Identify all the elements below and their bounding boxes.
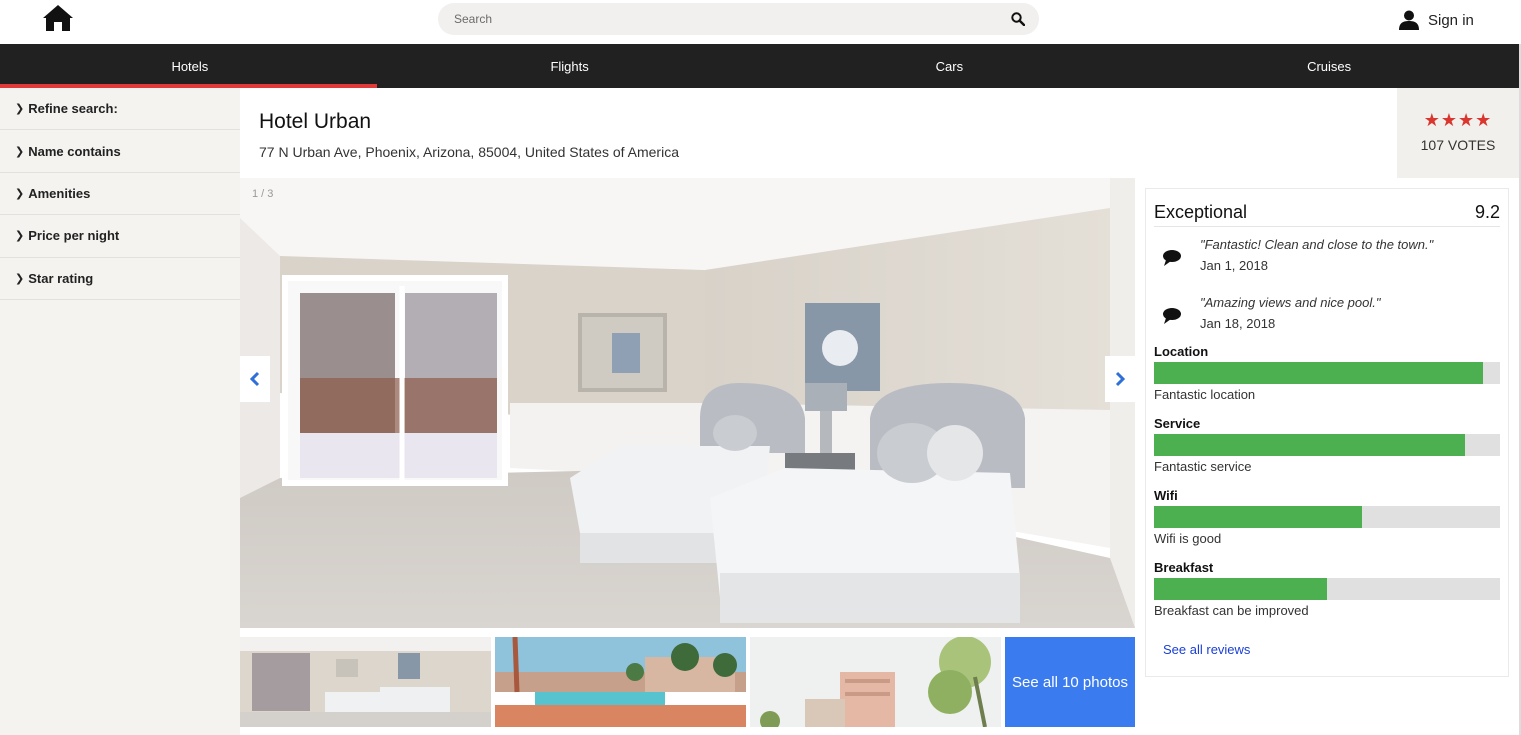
rating-box: ★★★★ 107 VOTES — [1397, 88, 1519, 178]
sidebar-item-label: Star rating — [28, 270, 94, 286]
metric-bar-fill — [1154, 506, 1362, 528]
top-bar: Sign in — [0, 0, 1521, 44]
home-icon[interactable] — [42, 4, 74, 32]
chevron-right-icon: ❯ — [15, 272, 25, 285]
chevron-right-icon: ❯ — [15, 145, 25, 158]
metric-bar-fill — [1154, 434, 1466, 456]
bedroom-thumbnail-image — [240, 637, 491, 727]
main-photo[interactable]: 1 / 3 — [240, 178, 1135, 628]
search-input[interactable] — [454, 3, 994, 35]
see-all-reviews-link[interactable]: See all reviews — [1163, 642, 1250, 657]
thumbnail-exterior[interactable] — [750, 637, 1001, 727]
photo-thumbnails: See all 10 photos — [240, 637, 1135, 727]
pool-thumbnail-image — [495, 637, 746, 727]
signin-button[interactable]: Sign in — [1399, 9, 1474, 31]
sidebar-item-label: Name contains — [28, 143, 121, 159]
review-quote-text: "Fantastic! Clean and close to the town.… — [1200, 237, 1434, 252]
tab-label: Flights — [550, 58, 589, 74]
metric-description: Breakfast can be improved — [1154, 603, 1309, 618]
hotel-header: Hotel Urban 77 N Urban Ave, Phoenix, Ari… — [240, 88, 1397, 178]
sidebar: ❯ Refine search: ❯ Name contains ❯ Amenitie… — [0, 88, 240, 735]
speech-bubble-icon — [1163, 308, 1181, 324]
search-icon[interactable] — [1011, 12, 1025, 26]
prev-photo-button[interactable] — [240, 356, 270, 402]
bedroom-photo — [240, 178, 1135, 628]
review-quote-date: Jan 1, 2018 — [1200, 258, 1268, 273]
hotel-address: 77 N Urban Ave, Phoenix, Arizona, 85004,… — [259, 144, 679, 160]
review-quote-date: Jan 18, 2018 — [1200, 316, 1276, 331]
chevron-right-icon: ❯ — [15, 187, 25, 200]
tab-cars[interactable]: Cars — [760, 44, 1140, 88]
tab-hotels[interactable]: Hotels — [0, 44, 380, 88]
signin-label: Sign in — [1428, 11, 1474, 29]
metric-bar — [1154, 578, 1500, 600]
rating-label: Exceptional — [1154, 202, 1248, 222]
tab-label: Cruises — [1307, 58, 1352, 74]
votes-count: 107 VOTES — [1420, 137, 1496, 153]
next-photo-button[interactable] — [1105, 356, 1135, 402]
tab-flights[interactable]: Flights — [380, 44, 760, 88]
metric-bar-fill — [1154, 362, 1483, 384]
sidebar-item-amenities[interactable]: ❯ Amenities — [0, 173, 240, 216]
metric-bar — [1154, 362, 1500, 384]
chevron-right-icon — [1115, 371, 1126, 387]
metric-description: Wifi is good — [1154, 531, 1222, 546]
user-icon — [1399, 10, 1419, 30]
metric-label: Breakfast — [1154, 560, 1214, 575]
metric-description: Fantastic service — [1154, 459, 1252, 474]
metric-description: Fantastic location — [1154, 387, 1256, 402]
review-quote-text: "Amazing views and nice pool." — [1200, 295, 1381, 310]
chevron-right-icon: ❯ — [15, 103, 25, 116]
search-bar — [438, 3, 1039, 35]
metric-bar — [1154, 434, 1500, 456]
sidebar-item-name-contains[interactable]: ❯ Name contains — [0, 130, 240, 173]
thumbnail-pool[interactable] — [495, 637, 746, 727]
speech-bubble-icon — [1163, 250, 1181, 266]
metric-label: Location — [1154, 344, 1209, 359]
chevron-left-icon — [249, 371, 260, 387]
sidebar-item-label: Amenities — [28, 185, 91, 201]
sidebar-item-refine-search[interactable]: ❯ Refine search: — [0, 88, 240, 131]
review-summary: Exceptional 9.2 — [1154, 201, 1500, 227]
sidebar-item-price-per-night[interactable]: ❯ Price per night — [0, 215, 240, 258]
metric-label: Wifi — [1154, 488, 1178, 503]
review-score: 9.2 — [1474, 202, 1500, 222]
sidebar-item-label: Refine search: — [28, 101, 118, 117]
metric-bar — [1154, 506, 1500, 528]
thumbnail-bedroom[interactable] — [240, 637, 491, 727]
chevron-right-icon: ❯ — [15, 230, 25, 243]
star-rating: ★★★★ — [1423, 110, 1493, 130]
photo-counter: 1 / 3 — [252, 188, 274, 200]
tab-label: Hotels — [171, 58, 209, 74]
main-nav: Hotels Flights Cars Cruises — [0, 44, 1519, 88]
tab-cruises[interactable]: Cruises — [1139, 44, 1519, 88]
sidebar-item-label: Price per night — [28, 228, 120, 244]
reviews-panel: Exceptional 9.2 "Fantastic! Clean and cl… — [1145, 188, 1509, 677]
exterior-thumbnail-image — [750, 637, 1001, 727]
sidebar-item-star-rating[interactable]: ❯ Star rating — [0, 258, 240, 300]
see-all-photos-button[interactable]: See all 10 photos — [1005, 637, 1135, 727]
hotel-name: Hotel Urban — [259, 110, 372, 133]
tab-label: Cars — [935, 58, 964, 74]
metric-label: Service — [1154, 416, 1201, 431]
metric-bar-fill — [1154, 578, 1327, 600]
